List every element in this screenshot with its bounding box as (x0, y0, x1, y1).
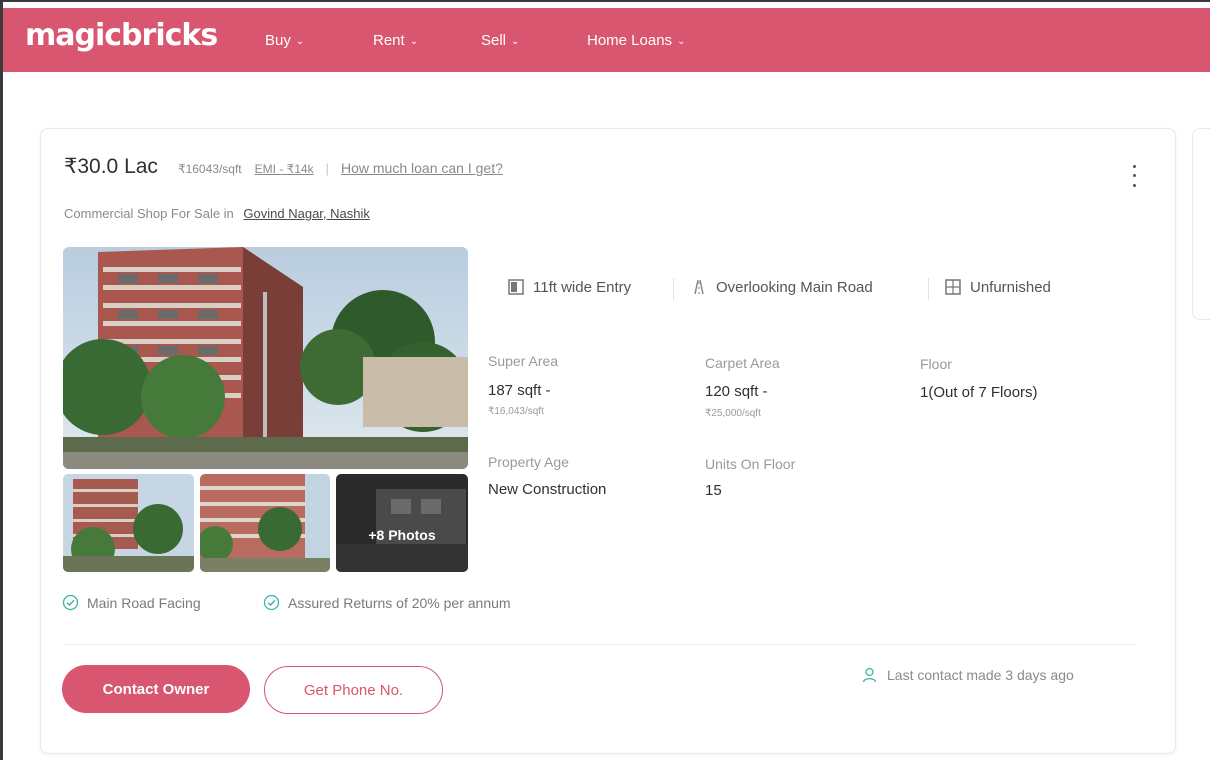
top-navbar: magicbricks Buy ⌄ Rent ⌄ Sell ⌄ Home Loa… (3, 8, 1210, 72)
brand-logo[interactable]: magicbricks (25, 18, 218, 53)
amenity-item: Assured Returns of 20% per annum (263, 594, 511, 611)
main-property-photo[interactable] (63, 247, 468, 469)
amenity-label: Assured Returns of 20% per annum (288, 594, 511, 611)
building-photo-image (200, 474, 330, 572)
entry-icon (508, 279, 524, 295)
nav-label: Sell (481, 32, 507, 49)
get-phone-button[interactable]: Get Phone No. (264, 666, 443, 714)
nav-item-sell[interactable]: Sell ⌄ (481, 32, 519, 49)
nav-label: Buy (265, 32, 291, 49)
super-area-label: Super Area (488, 353, 559, 369)
highlight-entry: 11ft wide Entry (507, 278, 631, 296)
listing-subtitle: Commercial Shop For Sale in Govind Nagar… (64, 206, 370, 221)
price-per-sqft: ₹16043/sqft (177, 162, 242, 176)
thumbnail-photo-1[interactable] (63, 474, 194, 572)
carpet-area-label: Carpet Area (705, 355, 780, 371)
locality-link[interactable]: Govind Nagar, Nashik (243, 206, 369, 221)
divider (673, 278, 674, 300)
side-panel (1192, 128, 1210, 320)
amenity-label: Main Road Facing (87, 594, 201, 611)
chevron-down-icon: ⌄ (295, 36, 305, 47)
highlight-label: Overlooking Main Road (716, 278, 873, 296)
more-options-icon[interactable] (1126, 162, 1142, 190)
thumbnail-photo-2[interactable] (200, 474, 330, 572)
units-on-floor-value: 15 (705, 482, 722, 499)
carpet-area-value: 120 sqft - (705, 383, 768, 400)
nav-item-home-loans[interactable]: Home Loans ⌄ (587, 32, 685, 49)
emi-link[interactable]: EMI - ₹14k (255, 162, 314, 176)
building-photo-image (63, 247, 468, 469)
person-icon (862, 667, 877, 683)
floor-value: 1(Out of 7 Floors) (920, 384, 1038, 401)
price: ₹30.0 Lac (64, 155, 158, 178)
super-area-value: 187 sqft - (488, 382, 551, 399)
last-contact-text: Last contact made 3 days ago (887, 667, 1074, 683)
check-circle-icon (62, 594, 79, 611)
contact-owner-button[interactable]: Contact Owner (62, 665, 250, 713)
property-age-value: New Construction (488, 481, 607, 498)
more-photos-tile[interactable]: +8 Photos (336, 474, 468, 572)
chevron-down-icon: ⌄ (511, 36, 520, 47)
units-on-floor-label: Units On Floor (705, 456, 796, 472)
highlight-label: Unfurnished (970, 278, 1051, 296)
last-contact-info: Last contact made 3 days ago (862, 667, 1074, 683)
loan-eligibility-link[interactable]: How much loan can I get? (341, 160, 503, 176)
highlight-label: 11ft wide Entry (533, 278, 632, 296)
check-circle-icon (263, 594, 280, 611)
divider (928, 278, 929, 300)
more-photos-label: +8 Photos (368, 527, 436, 543)
property-type: Commercial Shop For Sale in (64, 206, 234, 221)
floor-label: Floor (920, 356, 952, 372)
nav-label: Rent (373, 32, 405, 49)
road-icon (694, 279, 704, 295)
nav-item-buy[interactable]: Buy ⌄ (265, 32, 304, 49)
building-photo-image (63, 474, 194, 572)
carpet-area-rate: ₹25,000/sqft (705, 408, 761, 419)
chevron-down-icon: ⌄ (677, 36, 686, 47)
furnishing-icon (945, 279, 961, 295)
highlight-furnishing: Unfurnished (944, 278, 1051, 296)
highlight-road: Overlooking Main Road (690, 278, 873, 296)
chevron-down-icon: ⌄ (409, 36, 419, 47)
nav-item-rent[interactable]: Rent ⌄ (373, 32, 418, 49)
property-age-label: Property Age (488, 454, 569, 470)
card-divider (63, 644, 1136, 645)
nav-label: Home Loans (587, 32, 673, 49)
separator: | (325, 161, 329, 176)
amenity-item: Main Road Facing (62, 594, 201, 611)
super-area-rate: ₹16,043/sqft (488, 406, 544, 417)
price-row: ₹30.0 Lac ₹16043/sqft EMI - ₹14k | How m… (64, 154, 503, 179)
